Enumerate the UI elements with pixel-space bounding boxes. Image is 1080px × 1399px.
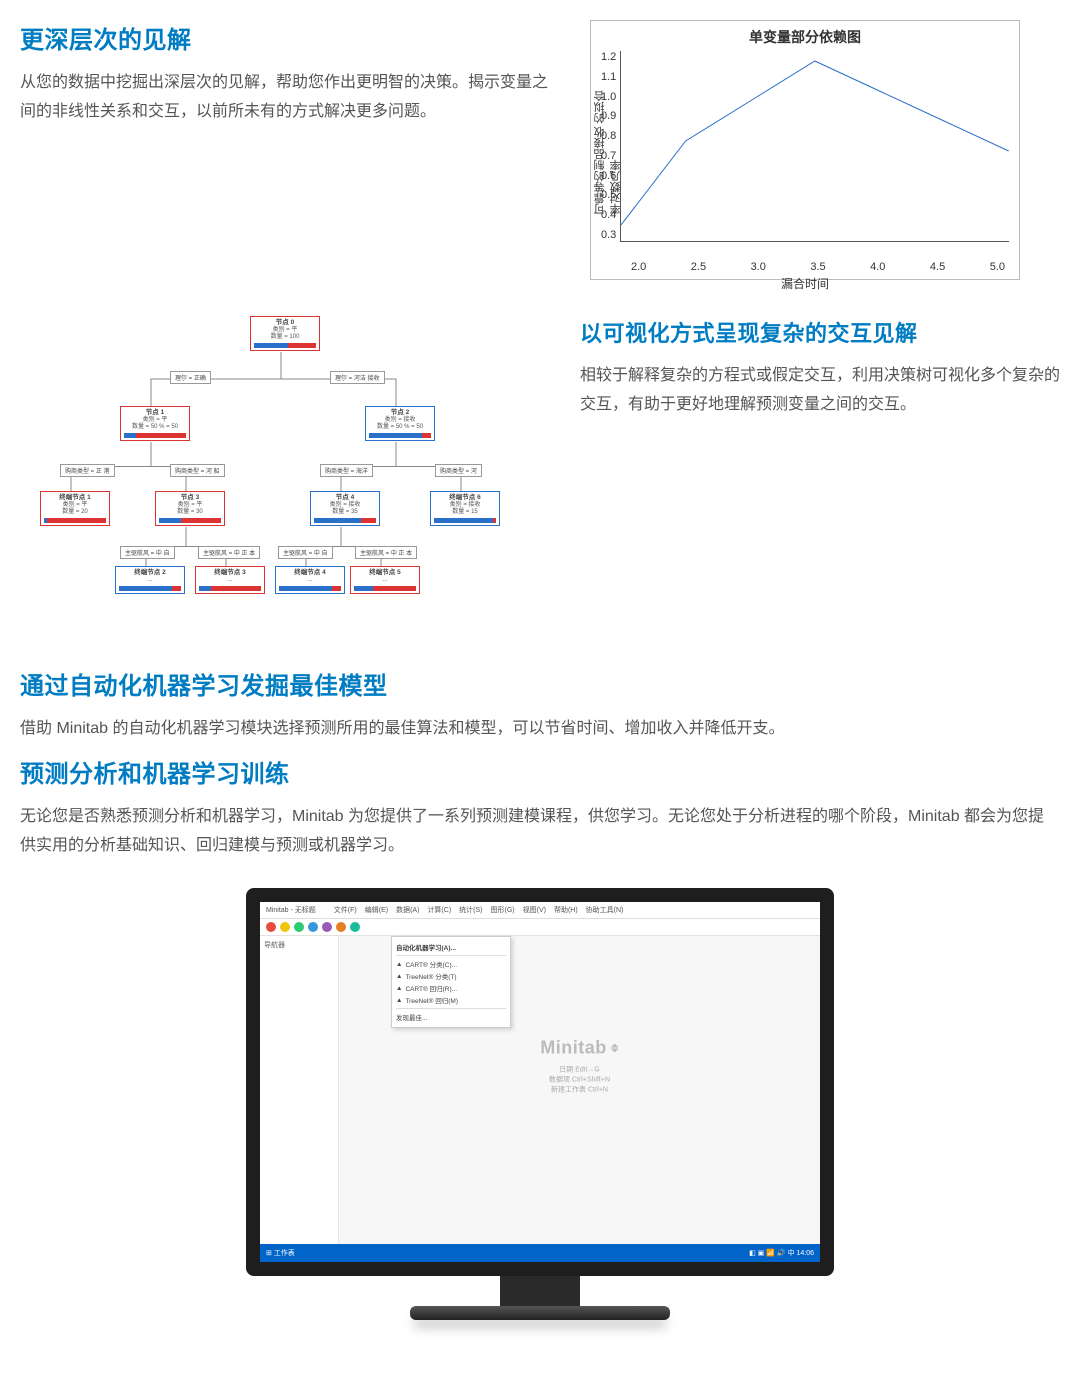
- tree-node: 节点 2类别 = 接收数量 = 50 % = 50: [365, 406, 435, 441]
- section2-body: 相较于解释复杂的方程式或假定交互，利用决策树可视化多个复杂的交互，有助于更好地理…: [580, 362, 1060, 420]
- tree-split-label: 理尔 = 正确: [170, 371, 211, 384]
- dropdown-header[interactable]: 自动化机器学习(A)...: [396, 941, 506, 953]
- dropdown-footer[interactable]: 发现最佳...: [396, 1011, 506, 1023]
- tree-split-label: 主驱航风 = 中 正 本: [198, 546, 260, 559]
- welcome-shortcut: 日期 Edit→G: [540, 1064, 619, 1074]
- menu-item[interactable]: 视图(V): [523, 905, 546, 915]
- predictive-menu-dropdown[interactable]: 自动化机器学习(A)... ▲CART® 分类(C)...▲TreeNet® 分类…: [391, 936, 511, 1028]
- app-menubar: Minitab - 无标题 文件(F) 编辑(E) 数据(A) 计算(C) 统计(S) 图形…: [260, 902, 820, 919]
- tree-split-label: 购商类型 = 河: [435, 464, 482, 477]
- tree-icon: ▲: [396, 997, 402, 1004]
- tree-split-label: 理尔 = 河洁 接收: [330, 371, 385, 384]
- monitor-stand-neck: [500, 1276, 580, 1306]
- section4-body: 无论您是否熟悉预测分析和机器学习，Minitab 为您提供了一系列预测建模课程，…: [20, 803, 1060, 861]
- tree-icon: ▲: [396, 973, 402, 980]
- monitor-frame: Minitab - 无标题 文件(F) 编辑(E) 数据(A) 计算(C) 统计(S) 图形…: [246, 888, 834, 1276]
- tree-node: 终端节点 4...: [275, 566, 345, 594]
- welcome-shortcut: 数据项 Ctrl+Shift+N: [540, 1074, 619, 1084]
- toolbar-icon[interactable]: [280, 922, 290, 932]
- menu-item[interactable]: 编辑(E): [365, 905, 388, 915]
- minitab-logo-icon: [611, 1043, 619, 1052]
- app-toolbar: [260, 919, 820, 936]
- chart-title: 单变量部分依赖图: [601, 27, 1009, 47]
- tree-node: 终端节点 2...: [115, 566, 185, 594]
- dropdown-item[interactable]: ▲CART® 回归(R)...: [396, 982, 506, 994]
- tree-split-label: 主驱航风 = 中 正 本: [355, 546, 417, 559]
- tree-node: 节点 4类别 = 接收数量 = 35: [310, 491, 380, 526]
- windows-taskbar[interactable]: ⊞ 工作表 ◧ ▣ 📶 🔊 中 14:06: [260, 1244, 820, 1262]
- app-main-canvas: 自动化机器学习(A)... ▲CART® 分类(C)...▲TreeNet® 分类…: [339, 936, 820, 1244]
- welcome-shortcut: 新建工作表 Ctrl+N: [540, 1084, 619, 1094]
- menu-item[interactable]: 文件(F): [334, 905, 357, 915]
- menu-item[interactable]: 计算(C): [427, 905, 451, 915]
- section3-title: 通过自动化机器学习发掘最佳模型: [20, 666, 1060, 701]
- section3-body: 借助 Minitab 的自动化机器学习模块选择预测所用的最佳算法和模型，可以节省…: [20, 715, 1060, 744]
- tree-node: 终端节点 1类别 = 平数量 = 20: [40, 491, 110, 526]
- toolbar-icon[interactable]: [266, 922, 276, 932]
- menu-item[interactable]: 图形(G): [491, 905, 515, 915]
- toolbar-icon[interactable]: [308, 922, 318, 932]
- tree-split-label: 主驱航风 = 中 自: [278, 546, 333, 559]
- partial-dependence-chart: 单变量部分依赖图 可靠等的制品接收 的拟合率对数几率 1.21.11.00.90…: [590, 20, 1020, 280]
- toolbar-icon[interactable]: [294, 922, 304, 932]
- tree-split-label: 主驱航风 = 中 自: [120, 546, 175, 559]
- tree-node: 节点 0类别 = 平数量 = 100: [250, 316, 320, 351]
- app-navigator-panel: 导航器: [260, 936, 339, 1244]
- section2-title: 以可视化方式呈现复杂的交互见解: [580, 316, 1060, 348]
- menu-item[interactable]: 统计(S): [459, 905, 482, 915]
- toolbar-icon[interactable]: [322, 922, 332, 932]
- toolbar-icon[interactable]: [350, 922, 360, 932]
- dropdown-item[interactable]: ▲CART® 分类(C)...: [396, 958, 506, 970]
- monitor-stand-base: [410, 1306, 670, 1320]
- dropdown-item[interactable]: ▲TreeNet® 分类(T): [396, 970, 506, 982]
- section1-body: 从您的数据中挖掘出深层次的见解，帮助您作出更明智的决策。揭示变量之间的非线性关系…: [20, 69, 560, 127]
- taskbar-left[interactable]: ⊞ 工作表: [266, 1248, 295, 1258]
- tree-node: 节点 3类别 = 平数量 = 30: [155, 491, 225, 526]
- chart-x-axis-label: 漏合时间: [601, 275, 1009, 292]
- section1-title: 更深层次的见解: [20, 20, 560, 55]
- minitab-logo: Minitab: [540, 1037, 619, 1058]
- tree-node: 终端节点 3...: [195, 566, 265, 594]
- tree-node: 节点 1类别 = 平数量 = 50 % = 50: [120, 406, 190, 441]
- tree-icon: ▲: [396, 961, 402, 968]
- decision-tree-diagram: 节点 0类别 = 平数量 = 100 节点 1类别 = 平数量 = 50 % = …: [20, 316, 550, 616]
- tree-node: 终端节点 6类别 = 接收数量 = 15: [430, 491, 500, 526]
- menu-item[interactable]: 帮助(H): [554, 905, 578, 915]
- taskbar-tray[interactable]: ◧ ▣ 📶 🔊 中 14:06: [749, 1248, 814, 1258]
- tree-split-label: 购商类型 = 河 船: [170, 464, 225, 477]
- chart-y-axis-label: 可靠等的制品接收 的拟合率对数几率: [592, 86, 624, 215]
- tree-icon: ▲: [396, 985, 402, 992]
- tree-split-label: 购商类型 = 海洋: [320, 464, 373, 477]
- chart-x-ticks: 2.02.53.03.54.04.55.0: [631, 261, 1005, 273]
- tree-split-label: 购商类型 = 正 港: [60, 464, 115, 477]
- menu-item[interactable]: 数据(A): [396, 905, 419, 915]
- menu-item[interactable]: 协助工具(N): [586, 905, 624, 915]
- section4-title: 预测分析和机器学习训练: [20, 754, 1060, 789]
- dropdown-item[interactable]: ▲TreeNet® 回归(M): [396, 994, 506, 1006]
- app-title: Minitab - 无标题: [266, 905, 316, 915]
- toolbar-icon[interactable]: [336, 922, 346, 932]
- tree-node: 终端节点 5...: [350, 566, 420, 594]
